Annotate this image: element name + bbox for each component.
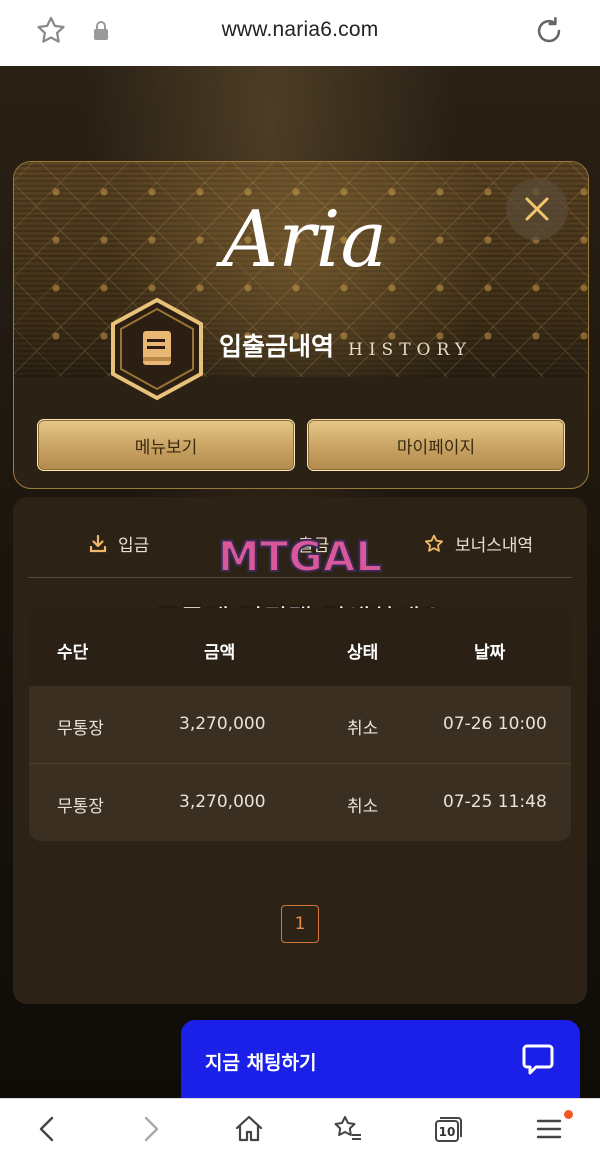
- header-status: 상태: [347, 643, 379, 663]
- mtgal-watermark-logo: MTGAL: [217, 531, 383, 582]
- bookmarks-icon[interactable]: [332, 1113, 364, 1145]
- tab-bonus-label: 보너스내역: [455, 536, 534, 556]
- row-method: 무통장: [57, 719, 104, 739]
- tabs-counter-button[interactable]: 10: [432, 1113, 464, 1145]
- aria-logo: Aria: [216, 195, 387, 285]
- pagination-page-1[interactable]: 1: [281, 905, 319, 943]
- row-method: 무통장: [57, 797, 104, 817]
- row-date: 07-25 11:48: [443, 792, 547, 812]
- browser-bottom-nav: 10: [0, 1098, 600, 1158]
- table-row: 무통장 3,270,000 취소 07-25 11:48: [29, 764, 571, 841]
- close-icon: [525, 197, 549, 221]
- page-title: 입출금내역 HISTORY: [219, 327, 472, 363]
- forward-arrow-icon[interactable]: [134, 1113, 166, 1145]
- chat-now-button[interactable]: 지금 채팅하기: [181, 1020, 580, 1098]
- download-icon: [89, 534, 107, 552]
- row-amount: 3,270,000: [179, 792, 266, 812]
- notification-dot: [564, 1110, 573, 1119]
- svg-text:MTGAL: MTGAL: [218, 532, 382, 581]
- history-header-panel: Aria 입출금내역 HISTORY 메뉴보기 마이페이지: [13, 161, 589, 489]
- table-row: 무통장 3,270,000 취소 07-26 10:00: [29, 686, 571, 764]
- tab-deposit-label: 입금: [118, 536, 150, 556]
- menu-icon[interactable]: [533, 1113, 565, 1145]
- back-arrow-icon[interactable]: [32, 1113, 64, 1145]
- row-status: 취소: [347, 797, 379, 817]
- browser-address-bar: www.naria6.com: [0, 0, 600, 67]
- header-date: 날짜: [474, 643, 506, 663]
- home-icon[interactable]: [233, 1113, 265, 1145]
- book-hexagon-icon: [111, 297, 203, 401]
- history-table: 수단 금액 상태 날짜 무통장 3,270,000 취소 07-26 10:00…: [29, 608, 571, 841]
- tab-deposit[interactable]: 입금: [88, 531, 149, 556]
- star-icon: [425, 534, 443, 552]
- header-amount: 금액: [204, 643, 236, 663]
- title-english: HISTORY: [348, 340, 472, 360]
- svg-text:Aria: Aria: [216, 195, 387, 285]
- close-button[interactable]: [506, 178, 568, 240]
- url-text[interactable]: www.naria6.com: [0, 18, 600, 42]
- row-date: 07-26 10:00: [443, 714, 547, 734]
- tab-bonus[interactable]: 보너스내역: [423, 531, 533, 556]
- tab-count: 10: [438, 1125, 456, 1139]
- chat-label: 지금 채팅하기: [205, 1052, 317, 1074]
- menu-view-button[interactable]: 메뉴보기: [37, 419, 295, 471]
- table-header: 수단 금액 상태 날짜: [29, 608, 571, 686]
- chat-bubble-icon: [522, 1044, 554, 1075]
- reload-icon[interactable]: [532, 14, 566, 48]
- row-status: 취소: [347, 719, 379, 739]
- title-korean: 입출금내역: [219, 332, 335, 361]
- header-method: 수단: [57, 643, 89, 663]
- row-amount: 3,270,000: [179, 714, 266, 734]
- mypage-button[interactable]: 마이페이지: [307, 419, 565, 471]
